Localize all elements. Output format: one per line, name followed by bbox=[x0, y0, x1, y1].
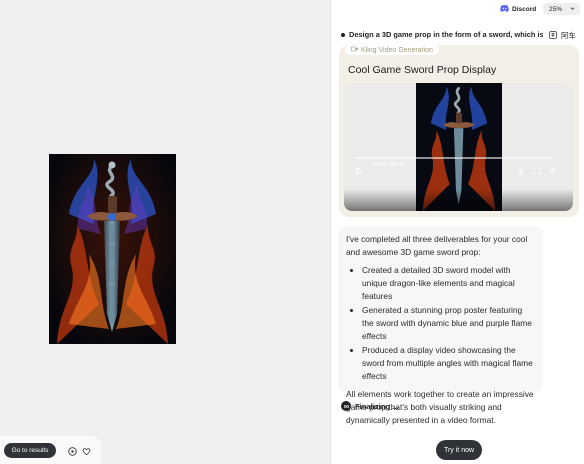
bullet-dot-icon bbox=[341, 32, 345, 37]
finalizing-text: Finalizing ... bbox=[355, 401, 399, 411]
play-circle-icon[interactable] bbox=[67, 446, 77, 456]
kling-video-generation-pill: Kling Video Generation bbox=[345, 45, 439, 55]
video-generation-card: Kling Video Generation Cool Game Sword P… bbox=[339, 45, 579, 217]
heart-icon[interactable] bbox=[81, 446, 91, 456]
list-item: Created a detailed 3D sword model with u… bbox=[362, 264, 535, 303]
answer-intro: I've completed all three deliverables fo… bbox=[346, 234, 528, 257]
play-icon[interactable] bbox=[355, 162, 363, 175]
chevron-down-icon bbox=[570, 6, 575, 13]
sword-artwork-image bbox=[49, 154, 176, 344]
kling-pill-label: Kling Video Generation bbox=[361, 46, 433, 54]
user-chip[interactable]: 阿车 bbox=[549, 30, 576, 41]
fullscreen-icon[interactable] bbox=[533, 162, 541, 175]
video-title: Cool Game Sword Prop Display bbox=[348, 64, 497, 76]
discord-label: Discord bbox=[512, 5, 537, 13]
task-title-text: Design a 3D game prop in the form of a s… bbox=[349, 30, 543, 39]
deliverables-list: Created a detailed 3D sword model with u… bbox=[354, 264, 535, 383]
try-it-now-button[interactable]: Try it now bbox=[436, 440, 482, 460]
finalizing-status: Finalizing ... bbox=[341, 401, 398, 411]
video-controls bbox=[344, 189, 573, 211]
discord-icon bbox=[500, 4, 509, 14]
assistant-answer: I've completed all three deliverables fo… bbox=[338, 226, 543, 425]
video-time: 00:00 / 00:05 bbox=[373, 162, 405, 168]
video-progress-bar[interactable] bbox=[355, 157, 552, 159]
zoom-value: 25% bbox=[549, 5, 563, 13]
task-title: Design a 3D game prop in the form of a s… bbox=[341, 30, 543, 39]
video-player[interactable] bbox=[344, 83, 573, 211]
zoom-select[interactable]: 25% bbox=[543, 3, 580, 15]
list-item: Generated a stunning prop poster featuri… bbox=[362, 304, 535, 343]
discord-link[interactable]: Discord bbox=[500, 3, 536, 15]
download-icon[interactable] bbox=[517, 162, 525, 175]
list-item: Produced a display video showcasing the … bbox=[362, 344, 535, 383]
translate-icon bbox=[549, 30, 557, 41]
video-icon bbox=[351, 46, 358, 54]
user-name: 阿车 bbox=[561, 31, 576, 40]
volume-icon[interactable] bbox=[549, 162, 557, 175]
go-to-results-button[interactable]: Go to results bbox=[4, 443, 56, 458]
agent-logo-icon bbox=[341, 401, 351, 411]
preview-pane: Go to results bbox=[0, 0, 331, 464]
